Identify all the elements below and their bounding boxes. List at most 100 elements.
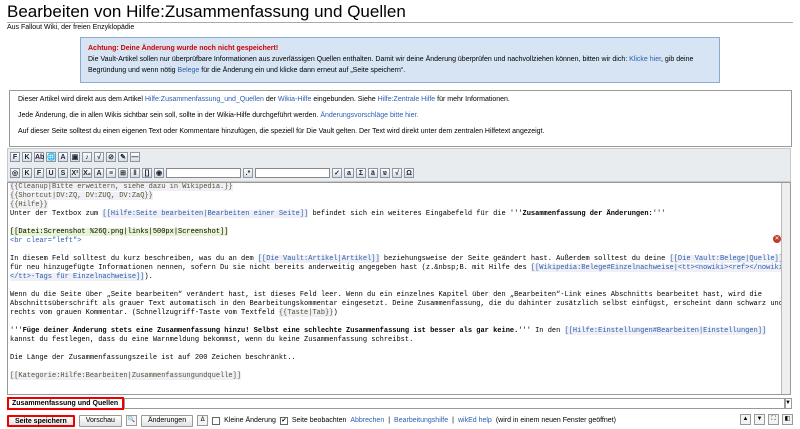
wiked-ref-icon[interactable]: ‖	[130, 167, 140, 178]
wiked-case-icon[interactable]: A	[94, 167, 104, 178]
search-field[interactable]	[166, 167, 241, 178]
plain-text: )	[333, 309, 338, 317]
editor-line: In diesem Feld solltest du kurz beschrei…	[8, 255, 790, 264]
template-text: {{Hilfe}}	[10, 201, 48, 209]
wiked-fix-icon[interactable]: ✓	[332, 167, 342, 178]
bold-icon[interactable]: F	[10, 151, 20, 162]
editor-line: [[Datei:Screenshot %26Q.png|links|500px|…	[8, 228, 790, 237]
replace-field[interactable]	[255, 167, 330, 178]
wiked-bold-icon[interactable]: K	[22, 167, 32, 178]
source-article-link[interactable]: Hilfe:Zusammenfassung_und_Quellen	[145, 96, 264, 103]
suggestions-link[interactable]: Änderungsvorschläge bitte hier.	[320, 112, 418, 119]
wiked-superscript-icon[interactable]: X²	[70, 167, 80, 178]
info-text: der	[265, 96, 276, 103]
click-here-link[interactable]: Klicke hier	[629, 56, 661, 63]
summary-input[interactable]	[124, 398, 786, 409]
summary-history-dropdown[interactable]: ▼	[784, 398, 792, 409]
info-text: für mehr Informationen.	[437, 96, 510, 103]
signature-icon[interactable]: ✎	[118, 151, 128, 162]
media-icon[interactable]: ♪	[82, 151, 92, 162]
wiked-lower-icon[interactable]: a	[344, 167, 354, 178]
page-subtitle: Aus Fallout Wiki, der freien Enzyklopädi…	[7, 24, 135, 31]
wiked-sum-icon[interactable]: Σ	[356, 167, 366, 178]
wiked-underline-icon[interactable]: U	[46, 167, 56, 178]
bold-text: Füge deiner Änderung stets eine Zusammen…	[22, 327, 519, 335]
editor-line: für neu hinzugefügte Informationen nenne…	[8, 264, 790, 273]
wiked-table-icon[interactable]: ⊞	[118, 167, 128, 178]
headline-icon[interactable]: A	[58, 151, 68, 162]
nowiki-icon[interactable]: ⊘	[106, 151, 116, 162]
image-icon[interactable]: ▣	[70, 151, 80, 162]
preview-zoom-icon[interactable]: 🔍	[125, 415, 137, 426]
wiked-umlaut-icon[interactable]: ä	[368, 167, 378, 178]
editor-line: kannst du festlegen, dass du eine Warnme…	[10, 336, 414, 344]
warning-text: , gib deine	[661, 56, 694, 63]
watch-page-checkbox[interactable]: ✔	[279, 416, 288, 425]
scroll-to-preview-icon[interactable]: ▼	[754, 414, 765, 425]
toggle-wiked-icon[interactable]: ◧	[782, 414, 793, 425]
template-text: {{Cleanup|Bitte erweitern, siehe dazu in…	[10, 183, 233, 191]
template-text: {{Shortcut|DV:ZQ, DV:ZUQ, DV:ZaQ}}	[10, 192, 153, 200]
minor-edit-checkbox[interactable]	[212, 416, 221, 425]
wiked-logo-icon[interactable]: ◎	[10, 167, 20, 178]
editing-help-link[interactable]: Bearbeitungshilfe	[394, 417, 448, 424]
toolbar-row-1: F K Ab 🌐 A ▣ ♪ √ ⊘ ✎ —	[10, 150, 140, 163]
wiked-sqrt-icon[interactable]: √	[392, 167, 402, 178]
italic-icon[interactable]: K	[22, 151, 32, 162]
wiked-regex-icon[interactable]: .*	[243, 167, 253, 178]
wiked-omega-icon[interactable]: Ω	[404, 167, 414, 178]
central-help-link[interactable]: Hilfe:Zentrale Hilfe	[378, 96, 436, 103]
diff-icon[interactable]: Δ	[197, 415, 209, 426]
scroll-to-edit-icon[interactable]: ▲	[740, 414, 751, 425]
plain-text: ).	[144, 273, 153, 281]
math-icon[interactable]: √	[94, 151, 104, 162]
plain-text: beziehungsweise der Seite geändert hast.…	[379, 255, 670, 263]
wikilink-text: [[Die Vault:Artikel|Artikel]]	[257, 255, 380, 263]
info-paragraph-3: Auf dieser Seite solltest du einen eigen…	[18, 128, 545, 135]
plain-text: rechts vom grauen Kommentar. (Schnellzug…	[10, 309, 279, 317]
editor-line: </tt>-Tags für Einzelnachweise]]).	[8, 273, 790, 282]
preview-button[interactable]: Vorschau	[78, 414, 122, 427]
external-link-icon[interactable]: 🌐	[46, 151, 56, 162]
wiked-binocular-icon[interactable]: ◉	[154, 167, 164, 178]
cancel-link[interactable]: Abbrechen	[350, 417, 384, 424]
wiked-bracket-icon[interactable]: []	[142, 167, 152, 178]
wiked-list-icon[interactable]: ≡	[106, 167, 116, 178]
show-changes-button[interactable]: Änderungen	[140, 414, 194, 427]
wikilink-text: [[Hilfe:Seite bearbeiten|Bearbeiten eine…	[102, 210, 309, 218]
editor-view-controls: ▲ ▼ ⛶ ◧	[740, 414, 793, 425]
info-text: Jede Änderung, die in allen Wikis sichtb…	[18, 112, 319, 119]
wikitext-editor[interactable]: {{Cleanup|Bitte erweitern, siehe dazu in…	[7, 182, 791, 395]
close-icon[interactable]: ✕	[773, 235, 781, 243]
wiked-help-link[interactable]: wikEd help	[458, 417, 492, 424]
save-button[interactable]: Seite speichern	[7, 414, 75, 427]
wiked-ipa-icon[interactable]: ɐ	[380, 167, 390, 178]
internal-link-icon[interactable]: Ab	[34, 151, 44, 162]
horizontal-line-icon[interactable]: —	[130, 151, 140, 162]
new-window-note: (wird in einem neuen Fenster geöffnet)	[495, 417, 616, 424]
plain-text: Unter der Textbox zum	[10, 210, 103, 218]
editor-line: rechts vom grauen Kommentar. (Schnellzug…	[8, 309, 790, 318]
plain-text: befindet sich ein weiteres Eingabefeld f…	[308, 210, 523, 218]
template-text: {{Taste|Tab}}	[278, 309, 334, 317]
page-title: Bearbeiten von Hilfe:Zusammenfassung und…	[7, 2, 406, 21]
transclusion-info-box: Dieser Artikel wird direkt aus dem Artik…	[9, 90, 792, 147]
unsaved-warning-box: Achtung: Deine Änderung wurde noch nicht…	[80, 37, 720, 83]
editor-line: Wenn du die Seite über „Seite bearbeiten…	[10, 291, 762, 299]
wikia-help-link[interactable]: Wikia-Hilfe	[278, 96, 311, 103]
editor-line: <br clear="left">	[8, 237, 790, 246]
wiked-italic-icon[interactable]: F	[34, 167, 44, 178]
watch-page-label: Seite beobachten	[291, 417, 347, 424]
plain-text: für neu hinzugefügte Informationen nenne…	[10, 264, 531, 272]
fullscreen-icon[interactable]: ⛶	[768, 414, 779, 425]
warning-heading: Achtung: Deine Änderung wurde noch nicht…	[88, 45, 279, 52]
editor-scrollbar[interactable]	[781, 183, 790, 394]
editor-line: {{Hilfe}}	[8, 201, 790, 210]
info-text: Dieser Artikel wird direkt aus dem Artik…	[18, 96, 143, 103]
wiked-subscript-icon[interactable]: X₂	[82, 167, 92, 178]
wiked-strike-icon[interactable]: S	[58, 167, 68, 178]
belege-link[interactable]: Belege	[178, 67, 200, 74]
